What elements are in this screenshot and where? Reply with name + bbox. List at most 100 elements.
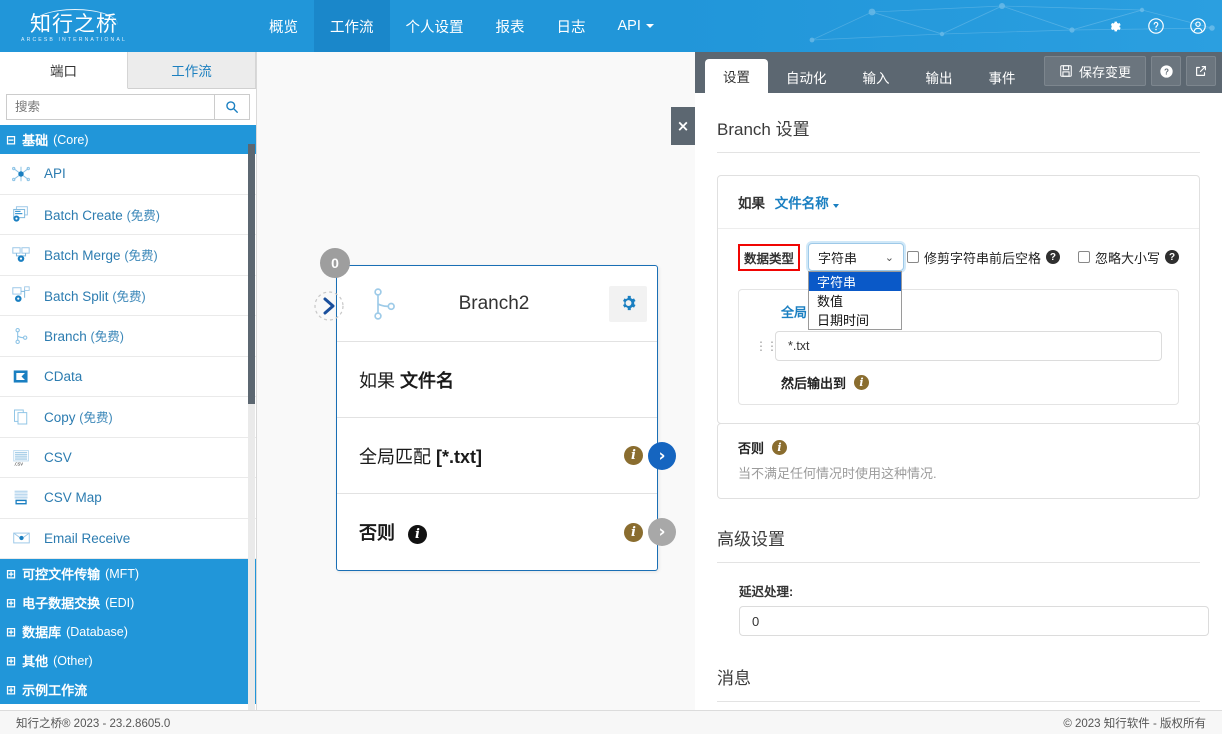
delay-processing-input[interactable] bbox=[739, 606, 1209, 636]
help-icon[interactable]: ? bbox=[1045, 250, 1060, 264]
node-row-if[interactable]: 如果 文件名 bbox=[337, 342, 657, 418]
nav-label: 工作流 bbox=[330, 19, 374, 36]
search-input[interactable] bbox=[6, 94, 214, 120]
info-icon[interactable]: i bbox=[624, 522, 643, 542]
batch-split-icon bbox=[8, 284, 34, 306]
close-panel-button[interactable]: × bbox=[671, 107, 695, 145]
sidebar-group-database[interactable]: ⊞ 数据库 (Database) bbox=[0, 617, 256, 646]
sidebar-item-csv-map[interactable]: CSV Map bbox=[0, 478, 256, 519]
sidebar-tab-ports[interactable]: 端口 bbox=[0, 52, 128, 89]
help-icon[interactable]: ? bbox=[1165, 250, 1179, 264]
node-row-value: [*.txt] bbox=[436, 446, 483, 467]
drag-handle-icon[interactable]: ⋮⋮ bbox=[755, 340, 778, 352]
api-icon bbox=[8, 163, 34, 185]
app-logo[interactable]: 知行之桥 ARCESB INTERNATIONAL bbox=[14, 4, 134, 48]
sidebar-item-branch[interactable]: Branch (免费) bbox=[0, 316, 256, 357]
tab-output[interactable]: 输出 bbox=[908, 60, 971, 93]
dropdown-option-string[interactable]: 字符串 bbox=[809, 272, 902, 291]
csv-icon: .csv bbox=[8, 446, 34, 468]
nav-item-workflow[interactable]: 工作流 bbox=[314, 0, 390, 52]
account-icon[interactable] bbox=[1188, 16, 1208, 36]
nav-item-reports[interactable]: 报表 bbox=[480, 0, 541, 52]
email-receive-icon bbox=[8, 527, 34, 549]
datatype-select[interactable]: 字符串 ⌄ bbox=[808, 243, 905, 271]
node-settings-gear-button[interactable] bbox=[609, 285, 647, 322]
info-icon-dark[interactable]: i bbox=[408, 524, 428, 544]
sidebar-item-list: API Batch Create (免费) Batch Merge (免费) B… bbox=[0, 154, 256, 559]
nav-item-overview[interactable]: 概览 bbox=[253, 0, 314, 52]
info-icon[interactable]: i bbox=[624, 446, 643, 465]
match-input-row: ⋮⋮ bbox=[755, 331, 1162, 361]
sidebar-group-mft[interactable]: ⊞ 可控文件传输 (MFT) bbox=[0, 559, 256, 588]
branch-icon bbox=[8, 325, 34, 347]
panel-section-title: Branch 设置 bbox=[717, 93, 1200, 153]
checkbox-box[interactable] bbox=[906, 251, 919, 263]
item-name: Batch Split bbox=[44, 288, 109, 304]
sidebar-tabs: 端口 工作流 bbox=[0, 52, 256, 89]
node-row-glob-match[interactable]: 全局匹配 [*.txt] i › bbox=[337, 418, 676, 494]
sidebar-tab-workflows[interactable]: 工作流 bbox=[128, 52, 256, 88]
expand-toggle-icon: ⊞ bbox=[6, 595, 17, 610]
logo-english-text: ARCESB INTERNATIONAL bbox=[21, 37, 127, 43]
main-navigation: 概览 工作流 个人设置 报表 日志 API bbox=[253, 0, 670, 52]
branch-icon bbox=[374, 287, 395, 320]
sidebar-group-core[interactable]: ⊟ 基础 (Core) bbox=[0, 125, 256, 154]
search-button[interactable] bbox=[214, 94, 250, 120]
group-suffix: (Database) bbox=[66, 624, 128, 639]
item-name: Email Receive bbox=[44, 530, 131, 546]
sidebar-group-edi[interactable]: ⊞ 电子数据交换 (EDI) bbox=[0, 588, 256, 617]
dropdown-option-datetime[interactable]: 日期时间 bbox=[809, 310, 901, 329]
nav-item-logs[interactable]: 日志 bbox=[541, 0, 602, 52]
datatype-selected-value: 字符串 bbox=[818, 250, 858, 266]
header-icon-group bbox=[1104, 0, 1208, 52]
info-icon[interactable]: i bbox=[854, 375, 870, 390]
nav-item-profile-settings[interactable]: 个人设置 bbox=[390, 0, 480, 52]
dropdown-option-number[interactable]: 数值 bbox=[809, 291, 901, 310]
match-rule-box: 全局匹配 ⋮⋮ 然后输出到 i bbox=[738, 289, 1179, 405]
sidebar-item-csv[interactable]: .csv CSV bbox=[0, 437, 256, 478]
gear-icon[interactable] bbox=[1104, 16, 1124, 36]
sidebar-item-api[interactable]: API bbox=[0, 154, 256, 195]
sidebar-item-batch-create[interactable]: Batch Create (免费) bbox=[0, 194, 256, 235]
sidebar-item-email-receive[interactable]: Email Receive bbox=[0, 518, 256, 559]
node-row-else[interactable]: 否则 i i › bbox=[337, 494, 676, 570]
sidebar-group-other[interactable]: ⊞ 其他 (Other) bbox=[0, 646, 256, 675]
node-output-arrow-gray[interactable]: › bbox=[648, 518, 676, 546]
node-output-arrow-blue[interactable]: › bbox=[648, 441, 676, 470]
tab-automation[interactable]: 自动化 bbox=[768, 60, 845, 93]
sidebar-item-batch-merge[interactable]: Batch Merge (免费) bbox=[0, 235, 256, 276]
condition-field-dropdown[interactable]: 文件名称 bbox=[775, 196, 839, 211]
save-changes-button[interactable]: 保存变更 bbox=[1043, 56, 1146, 86]
sidebar-item-copy[interactable]: Copy (免费) bbox=[0, 397, 256, 438]
tab-input[interactable]: 输入 bbox=[845, 60, 908, 93]
footer-version-text: 知行之桥® 2023 - 23.2.8605.0 bbox=[16, 717, 171, 730]
workflow-node-branch2[interactable]: 0 Branch2 如果 文件名 全局匹配 [*.txt] i › 否则 i i… bbox=[314, 248, 676, 571]
workflow-canvas[interactable]: 0 Branch2 如果 文件名 全局匹配 [*.txt] i › 否则 i i… bbox=[257, 52, 695, 710]
else-block: 否则 i 当不满足任何情况时使用这种情况. bbox=[717, 423, 1200, 499]
checkbox-ignore-case[interactable]: 忽略大小写 ? bbox=[1077, 248, 1179, 267]
group-suffix: (Core) bbox=[53, 132, 89, 147]
sidebar-item-cdata[interactable]: CData bbox=[0, 356, 256, 397]
sidebar-item-label: Batch Split (免费) bbox=[44, 286, 146, 305]
checkbox-trim-whitespace[interactable]: 修剪字符串前后空格 ? bbox=[906, 248, 1060, 267]
copy-icon bbox=[8, 406, 34, 428]
panel-popout-button[interactable] bbox=[1186, 56, 1216, 86]
sidebar-item-batch-split[interactable]: Batch Split (免费) bbox=[0, 275, 256, 316]
nav-label: 日志 bbox=[556, 19, 586, 36]
sidebar-scrollbar-thumb[interactable] bbox=[248, 144, 255, 404]
checkbox-box[interactable] bbox=[1077, 251, 1090, 263]
sidebar-item-label: CSV Map bbox=[44, 490, 102, 505]
tab-settings[interactable]: 设置 bbox=[705, 59, 768, 93]
sidebar-group-sample-workflows[interactable]: ⊞ 示例工作流 bbox=[0, 675, 256, 704]
panel-help-button[interactable]: ? bbox=[1151, 56, 1181, 86]
sidebar-item-label: Email Receive bbox=[44, 531, 130, 546]
sidebar-item-label: API bbox=[44, 166, 66, 181]
tab-events[interactable]: 事件 bbox=[971, 60, 1034, 93]
help-icon[interactable] bbox=[1146, 16, 1166, 36]
info-icon[interactable]: i bbox=[772, 440, 788, 455]
nav-item-api[interactable]: API bbox=[602, 0, 670, 52]
node-count-badge[interactable]: 0 bbox=[320, 248, 350, 278]
else-label: 否则 bbox=[738, 441, 765, 456]
node-row-prefix: 否则 bbox=[359, 523, 395, 543]
match-pattern-input[interactable] bbox=[775, 331, 1162, 361]
